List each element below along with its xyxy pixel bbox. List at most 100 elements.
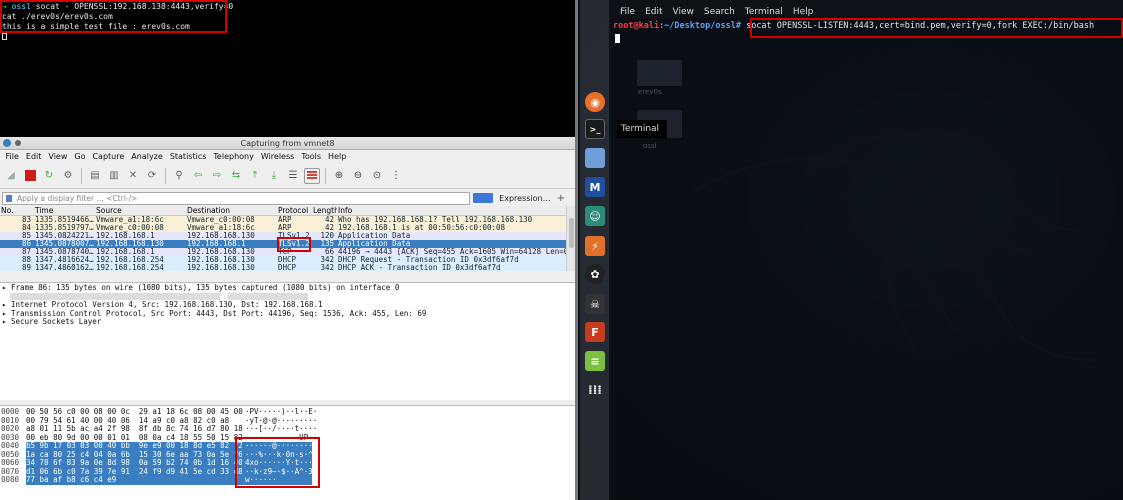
- packet-cell-src: Vmware_c0:00:08: [96, 224, 164, 232]
- find-packet-icon[interactable]: ⚲: [171, 168, 187, 184]
- display-filter-bar: Apply a display filter … <Ctrl-/> Expres…: [2, 191, 573, 205]
- files-icon[interactable]: [585, 148, 605, 168]
- col-protocol[interactable]: Protocol: [277, 206, 312, 215]
- packet-cell-time: 1345.0878007…: [35, 240, 94, 248]
- bytes-hex: 77 ba af b8 c6 c4 e9: [26, 475, 242, 485]
- restart-capture-icon[interactable]: ↻: [41, 168, 57, 184]
- firefox-icon[interactable]: ◉: [585, 92, 605, 112]
- terminal-tooltip: Terminal: [617, 120, 667, 138]
- maltego-icon[interactable]: ✿: [585, 264, 605, 284]
- menu-wireless[interactable]: Wireless: [257, 152, 297, 161]
- kali-terminal-menubar: File Edit View Search Terminal Help: [611, 0, 1123, 19]
- packet-cell-info: 192.168.168.1 is at 00:50:56:c0:00:08: [338, 224, 506, 232]
- packet-cell-len: 135: [320, 240, 334, 248]
- app-grid-icon[interactable]: ⁞⁞⁞: [585, 380, 605, 400]
- window-title: Capturing from vmnet8: [240, 139, 335, 148]
- packet-cell-dst: Vmware_a1:18:6c: [187, 224, 255, 232]
- zoom-in-icon[interactable]: ⊕: [331, 168, 347, 184]
- display-filter-input[interactable]: Apply a display filter … <Ctrl-/>: [2, 191, 471, 205]
- packet-cell-proto: ARP: [278, 224, 292, 232]
- packet-row[interactable]: 84 1335.8519797… Vmware_c0:00:08 Vmware_a1:…: [0, 224, 566, 232]
- col-info[interactable]: Info: [337, 206, 566, 215]
- colorize-icon[interactable]: [304, 167, 320, 184]
- packet-cell-no: 85: [21, 232, 31, 240]
- split-divider[interactable]: [575, 0, 578, 500]
- first-packet-icon[interactable]: ⤒: [247, 168, 263, 184]
- term-menu-file[interactable]: File: [615, 7, 640, 19]
- packet-cell-dst: 192.168.168.1: [187, 240, 246, 248]
- kali-terminal-window[interactable]: File Edit View Search Terminal Help root…: [611, 0, 1123, 500]
- reload-file-icon[interactable]: ⟳: [144, 168, 160, 184]
- packet-cell-src: 192.168.168.1: [96, 248, 155, 256]
- menu-tools[interactable]: Tools: [298, 152, 325, 161]
- menu-statistics[interactable]: Statistics: [166, 152, 210, 161]
- ghost-folder-label-1: erev0s: [638, 88, 662, 96]
- start-capture-icon[interactable]: ◢: [3, 168, 19, 184]
- menu-analyze[interactable]: Analyze: [128, 152, 167, 161]
- add-filter-button[interactable]: +: [557, 193, 573, 204]
- metasploit-icon[interactable]: M: [585, 177, 605, 197]
- go-to-packet-icon[interactable]: ⇆: [228, 168, 244, 184]
- notes-icon[interactable]: ≡: [585, 351, 605, 371]
- packet-row[interactable]: 89 1347.4860162… 192.168.168.254 192.168.16…: [0, 264, 566, 271]
- packet-row[interactable]: 88 1347.4816624… 192.168.168.254 192.168.16…: [0, 256, 566, 264]
- packet-cell-proto: DHCP: [278, 264, 297, 271]
- detail-frame[interactable]: ▸ Frame 86: 135 bytes on wire (1080 bits…: [0, 283, 575, 293]
- bytes-off: 0080: [1, 475, 20, 484]
- menu-file[interactable]: File: [2, 152, 22, 161]
- packet-cell-info: Who has 192.168.168.1? Tell 192.168.168.…: [338, 216, 533, 224]
- highlight-box-client-command: [0, 0, 227, 33]
- wireshark-titlebar: Capturing from vmnet8: [0, 137, 575, 150]
- packet-cell-dst: 192.168.168.130: [187, 256, 255, 264]
- zoom-out-icon[interactable]: ⊖: [350, 168, 366, 184]
- packet-cell-info: DHCP Request - Transaction ID 0x3df6af7d: [338, 256, 519, 264]
- stop-capture-icon[interactable]: [22, 168, 38, 184]
- resize-columns-icon[interactable]: ⋮: [388, 168, 404, 184]
- menu-capture[interactable]: Capture: [89, 152, 128, 161]
- packet-cell-len: 42: [324, 224, 334, 232]
- faraday-icon[interactable]: F: [585, 322, 605, 342]
- terminal-icon[interactable]: >_: [585, 119, 605, 139]
- menu-edit[interactable]: Edit: [22, 152, 45, 161]
- menu-help[interactable]: Help: [325, 152, 350, 161]
- capture-options-icon[interactable]: ⚙: [60, 168, 76, 184]
- menu-go[interactable]: Go: [71, 152, 89, 161]
- menu-view[interactable]: View: [45, 152, 71, 161]
- pin-icon[interactable]: [15, 140, 21, 146]
- col-destination[interactable]: Destination: [186, 206, 277, 215]
- col-length[interactable]: Length: [312, 206, 337, 215]
- packet-cell-len: 66: [324, 248, 334, 256]
- go-back-icon[interactable]: ⇦: [190, 168, 206, 184]
- packet-list-header: No. Time Source Destination Protocol Len…: [0, 206, 566, 216]
- expression-button[interactable]: Expression…: [496, 194, 553, 203]
- detail-ssl[interactable]: ▸ Secure Sockets Layer: [0, 317, 575, 327]
- save-file-icon[interactable]: ▥: [106, 168, 122, 184]
- close-file-icon[interactable]: ✕: [125, 168, 141, 184]
- apply-filter-button[interactable]: [473, 193, 494, 203]
- packet-cell-src: 192.168.168.1: [96, 232, 155, 240]
- col-time[interactable]: Time: [34, 206, 95, 215]
- zoom-reset-icon[interactable]: ⊙: [369, 168, 385, 184]
- col-no[interactable]: No.: [0, 206, 34, 215]
- last-packet-icon[interactable]: ⤓: [266, 168, 282, 184]
- go-forward-icon[interactable]: ⇨: [209, 168, 225, 184]
- packet-cell-time: 1345.0824221…: [35, 232, 94, 240]
- menu-telephony[interactable]: Telephony: [210, 152, 257, 161]
- packet-cell-time: 1335.8519466…: [35, 216, 94, 224]
- packet-cell-no: 89: [21, 264, 31, 271]
- wireshark-window[interactable]: Capturing from vmnet8 File Edit View Go …: [0, 137, 575, 500]
- col-source[interactable]: Source: [95, 206, 186, 215]
- term-menu-search[interactable]: Search: [699, 7, 740, 19]
- burpsuite-icon[interactable]: ⚡: [585, 236, 605, 256]
- wireshark-toolbar: ◢ ↻ ⚙ ▤ ▥ ✕ ⟳ ⚲ ⇦ ⇨ ⇆ ⤒ ⤓ ☰ ⊕ ⊖ ⊙ ⋮: [0, 163, 575, 189]
- autoscroll-icon[interactable]: ☰: [285, 168, 301, 184]
- packet-details[interactable]: ▸ Frame 86: 135 bytes on wire (1080 bits…: [0, 282, 575, 400]
- term-menu-edit[interactable]: Edit: [640, 7, 667, 19]
- term-menu-view[interactable]: View: [668, 7, 699, 19]
- beef-icon[interactable]: ☠: [585, 294, 605, 314]
- packet-list-scrollbar[interactable]: [566, 206, 575, 271]
- open-file-icon[interactable]: ▤: [87, 168, 103, 184]
- packet-cell-len: 342: [320, 264, 334, 271]
- armitage-icon[interactable]: ☺: [585, 206, 605, 226]
- packet-row[interactable]: 83 1335.8519466… Vmware_a1:18:6c Vmware_c0:…: [0, 216, 566, 224]
